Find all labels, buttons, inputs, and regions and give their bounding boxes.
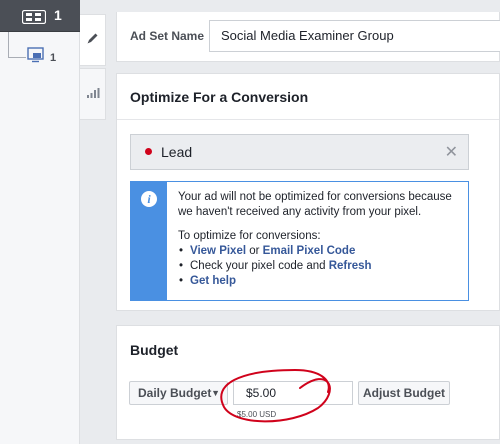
adset-name-label: Ad Set Name [130, 29, 205, 43]
event-status-dot [145, 148, 152, 155]
caret-down-icon: ▼ [211, 388, 220, 398]
pixel-warning-message: Your ad will not be optimized for conver… [178, 191, 452, 218]
list-item-separator: or [246, 245, 263, 257]
budget-type-label: Daily Budget [138, 386, 212, 400]
info-stripe: i [131, 182, 167, 300]
ad-tree-icon [21, 9, 47, 27]
adjust-budget-button[interactable]: Adjust Budget [358, 381, 450, 405]
pencil-icon [86, 32, 99, 48]
view-pixel-link[interactable]: View Pixel [190, 245, 246, 257]
tab-edit[interactable] [80, 14, 106, 66]
pixel-actions-list: View Pixel or Email Pixel Code Check you… [178, 244, 466, 289]
adset-name-panel: Ad Set Name Social Media Examiner Group [116, 12, 500, 62]
ad-structure-tree: 1 1 [0, 0, 80, 444]
list-item: Check your pixel code and Refresh [178, 259, 466, 274]
budget-section-title: Budget [130, 342, 179, 358]
tab-reporting[interactable] [80, 68, 106, 120]
vertical-tab-bar [80, 0, 106, 444]
get-help-link[interactable]: Get help [190, 275, 236, 287]
budget-type-dropdown[interactable]: Daily Budget ▼ [129, 381, 228, 405]
list-item: Get help [178, 274, 466, 289]
pixel-warning-text: Your ad will not be optimized for conver… [178, 190, 466, 289]
monitor-icon [27, 47, 45, 66]
budget-amount-input[interactable]: $5.00 [233, 381, 353, 405]
tree-connector [8, 32, 26, 58]
section-divider [117, 119, 499, 120]
close-icon[interactable]: ✕ [445, 142, 458, 162]
email-pixel-code-link[interactable]: Email Pixel Code [263, 245, 356, 257]
refresh-link[interactable]: Refresh [329, 260, 372, 272]
budget-panel: Budget Daily Budget ▼ $5.00 $5.00 USD Ad… [116, 325, 500, 440]
tree-node-campaign-count: 1 [54, 7, 62, 23]
conversion-event-field[interactable]: Lead ✕ [130, 134, 469, 170]
optimize-conversion-panel: Optimize For a Conversion Lead ✕ i Your … [116, 73, 500, 311]
pixel-warning-box: i Your ad will not be optimized for conv… [130, 181, 469, 301]
bar-chart-icon [86, 87, 100, 102]
tree-node-adset-count: 1 [50, 52, 57, 64]
tree-node-campaign[interactable]: 1 [0, 0, 80, 32]
info-icon: i [141, 191, 157, 207]
pixel-warning-intro: To optimize for conversions: [178, 230, 321, 242]
adset-name-input[interactable]: Social Media Examiner Group [209, 20, 500, 52]
conversion-event-label: Lead [161, 144, 193, 160]
budget-amount-currency: $5.00 USD [237, 410, 277, 419]
list-item-text: Check your pixel code and [190, 260, 329, 272]
optimize-section-title: Optimize For a Conversion [130, 89, 309, 105]
list-item: View Pixel or Email Pixel Code [178, 244, 466, 259]
